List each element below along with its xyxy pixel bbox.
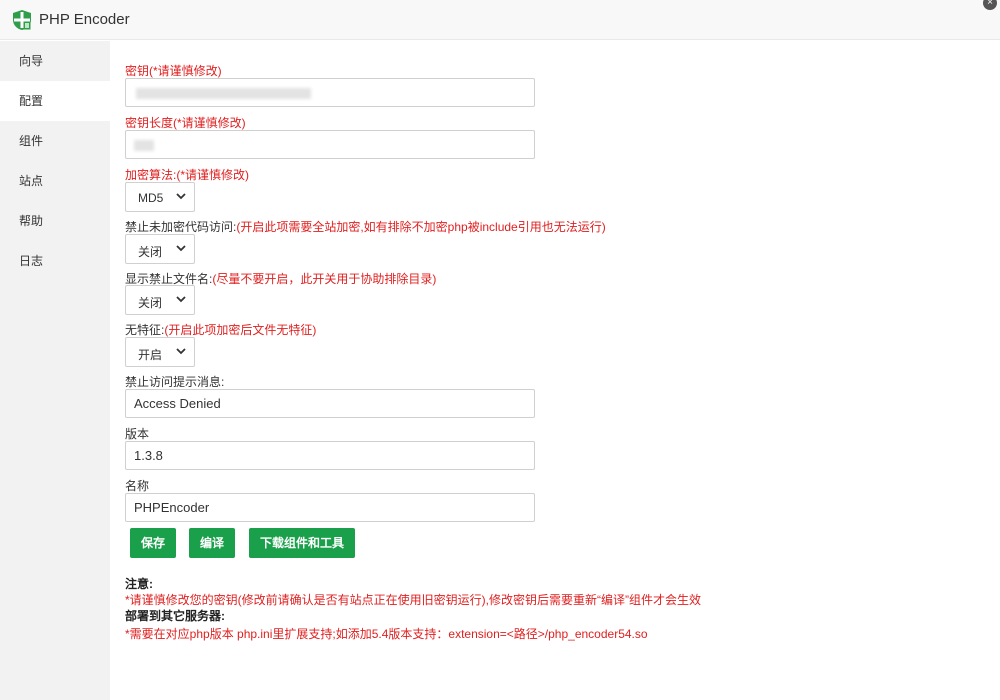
- no-signature-hint: (开启此项加密后文件无特征): [164, 323, 317, 337]
- sidebar: 向导 配置 组件 站点 帮助 日志: [0, 41, 110, 700]
- notes-line-key-warning: *请谨慎修改您的密钥(修改前请确认是否有站点正在使用旧密钥运行),修改密钥后需要…: [125, 593, 701, 607]
- no-signature-select[interactable]: 开启: [125, 337, 195, 367]
- download-tools-button[interactable]: 下载组件和工具: [249, 528, 355, 558]
- no-signature-value: 开启: [138, 348, 163, 362]
- key-field[interactable]: [125, 78, 535, 107]
- sidebar-item-config[interactable]: 配置: [0, 81, 110, 121]
- sidebar-item-sites[interactable]: 站点: [0, 161, 110, 201]
- show-filename-hint: (尽量不要开启，此开关用于协助排除目录): [212, 272, 437, 286]
- block-unencrypted-label: 禁止未加密代码访问:(开启此项需要全站加密,如有排除不加密php被include…: [125, 218, 606, 235]
- version-input[interactable]: [125, 441, 535, 470]
- name-label: 名称: [125, 479, 150, 493]
- title-bar: PHP Encoder ×: [0, 0, 1000, 40]
- deny-message-input[interactable]: [125, 389, 535, 418]
- show-filename-select[interactable]: 关闭: [125, 285, 195, 315]
- block-unencrypted-title: 禁止未加密代码访问:: [125, 220, 237, 234]
- block-unencrypted-hint: (开启此项需要全站加密,如有排除不加密php被include引用也无法运行): [236, 220, 606, 234]
- block-unencrypted-select[interactable]: 关闭: [125, 234, 195, 264]
- shield-icon: [13, 10, 31, 30]
- notes-heading: 注意:: [125, 577, 153, 591]
- config-panel: 密钥(*请谨慎修改) 密钥长度(*请谨慎修改) 加密算法:(*请谨慎修改) MD…: [110, 41, 1000, 700]
- sidebar-item-help[interactable]: 帮助: [0, 201, 110, 241]
- app-title: PHP Encoder: [39, 11, 130, 28]
- chevron-down-icon: [176, 193, 186, 200]
- show-filename-title: 显示禁止文件名:: [125, 272, 213, 286]
- sidebar-item-log[interactable]: 日志: [0, 241, 110, 281]
- notes-deploy-heading: 部署到其它服务器:: [125, 609, 225, 623]
- algorithm-select[interactable]: MD5: [125, 182, 195, 212]
- no-signature-label: 无特征:(开启此项加密后文件无特征): [125, 321, 316, 338]
- block-unencrypted-value: 关闭: [138, 245, 163, 259]
- deny-message-label: 禁止访问提示消息:: [125, 375, 225, 389]
- algorithm-label: 加密算法:(*请谨慎修改): [125, 168, 249, 182]
- chevron-down-icon: [176, 348, 186, 355]
- name-input[interactable]: [125, 493, 535, 522]
- key-length-label: 密钥长度(*请谨慎修改): [125, 116, 246, 130]
- show-filename-value: 关闭: [138, 296, 163, 310]
- key-length-field[interactable]: [125, 130, 535, 159]
- chevron-down-icon: [176, 296, 186, 303]
- save-button[interactable]: 保存: [130, 528, 176, 558]
- notes-line-deploy: *需要在对应php版本 php.ini里扩展支持;如添加5.4版本支持：exte…: [125, 627, 648, 641]
- version-label: 版本: [125, 427, 150, 441]
- close-icon[interactable]: ×: [983, 0, 997, 10]
- chevron-down-icon: [176, 245, 186, 252]
- key-label: 密钥(*请谨慎修改): [125, 64, 222, 78]
- sidebar-item-guide[interactable]: 向导: [0, 41, 110, 81]
- algorithm-value: MD5: [138, 191, 164, 205]
- sidebar-item-components[interactable]: 组件: [0, 121, 110, 161]
- compile-button[interactable]: 编译: [189, 528, 235, 558]
- no-signature-title: 无特征:: [125, 323, 165, 337]
